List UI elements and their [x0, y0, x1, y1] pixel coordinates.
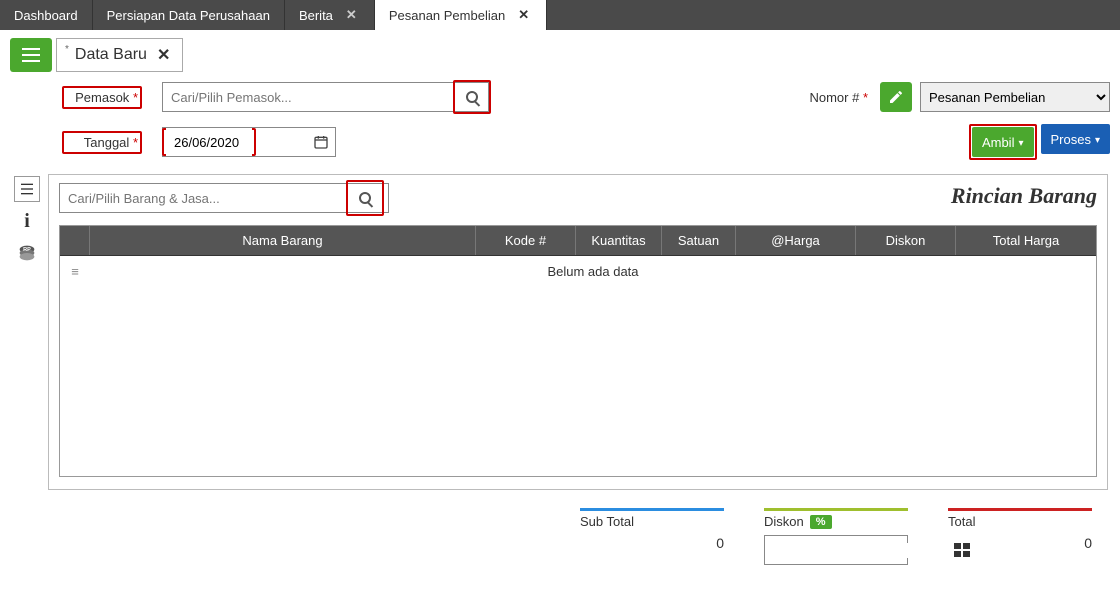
tab-persiapan[interactable]: Persiapan Data Perusahaan — [93, 0, 285, 30]
calendar-icon — [313, 134, 329, 150]
side-currency-icon[interactable]: RP — [14, 240, 40, 266]
col-total[interactable]: Total Harga — [956, 226, 1096, 255]
label-nomor: Nomor # * — [809, 90, 872, 105]
grid-header: Nama Barang Kode # Kuantitas Satuan @Har… — [60, 226, 1096, 256]
total-box: Total 0 — [940, 508, 1100, 569]
totals-row: Sub Total 0 Diskon % Total 0 — [0, 490, 1120, 569]
subtotal-value: 0 — [580, 535, 724, 551]
proses-button[interactable]: Proses ▾ — [1041, 124, 1111, 154]
label-tanggal: Tanggal * — [62, 131, 142, 154]
item-search-box — [59, 183, 389, 213]
tab-label: Pesanan Pembelian — [389, 8, 505, 23]
tab-pesanan-pembelian[interactable]: Pesanan Pembelian ✕ — [375, 0, 547, 30]
unsaved-indicator: * — [65, 44, 69, 55]
side-info-icon[interactable]: i — [14, 208, 40, 234]
diskon-box: Diskon % — [756, 508, 916, 569]
col-kuantitas[interactable]: Kuantitas — [576, 226, 662, 255]
document-type-select[interactable]: Pesanan Pembelian — [920, 82, 1110, 112]
detail-title: Rincian Barang — [951, 183, 1097, 209]
chevron-down-icon: ▾ — [1095, 135, 1100, 146]
detail-panel: Rincian Barang Nama Barang Kode # Kuanti… — [48, 174, 1108, 490]
tab-label: Persiapan Data Perusahaan — [107, 8, 270, 23]
pemasok-search-button[interactable] — [455, 82, 489, 112]
tab-label: Dashboard — [14, 8, 78, 23]
edit-nomor-button[interactable] — [880, 82, 912, 112]
tab-dashboard[interactable]: Dashboard — [0, 0, 93, 30]
search-icon — [359, 192, 371, 204]
empty-row: ≡ Belum ada data — [60, 256, 1096, 286]
svg-text:RP: RP — [23, 247, 31, 253]
action-buttons: Ambil ▾ Proses ▾ — [969, 124, 1110, 160]
col-kode[interactable]: Kode # — [476, 226, 576, 255]
close-icon[interactable]: ✕ — [515, 7, 532, 23]
close-icon[interactable]: ✕ — [343, 7, 360, 23]
total-value: 0 — [948, 535, 1092, 551]
row-handle-icon[interactable]: ≡ — [60, 264, 90, 279]
pemasok-search-box — [162, 82, 453, 112]
close-icon[interactable]: ✕ — [153, 45, 174, 65]
subtotal-label: Sub Total — [580, 514, 724, 529]
tab-berita[interactable]: Berita ✕ — [285, 0, 375, 30]
subtotal-box: Sub Total 0 — [572, 508, 732, 569]
item-search-input[interactable] — [60, 184, 346, 212]
app-tab-bar: Dashboard Persiapan Data Perusahaan Beri… — [0, 0, 1120, 30]
tanggal-input-wrap — [162, 127, 336, 157]
diskon-input-box — [764, 535, 908, 565]
item-search-button[interactable] — [350, 184, 380, 212]
side-detail-icon[interactable] — [14, 176, 40, 202]
col-satuan[interactable]: Satuan — [662, 226, 736, 255]
tab-label: Berita — [299, 8, 333, 23]
required-asterisk: * — [133, 90, 138, 105]
diskon-input[interactable] — [765, 543, 954, 558]
row-tanggal: Tanggal * Ambil ▾ Proses — [62, 124, 1110, 160]
col-harga[interactable]: @Harga — [736, 226, 856, 255]
detail-area: i RP Rincian Barang — [0, 168, 1120, 490]
pemasok-input-wrap — [162, 80, 491, 114]
sub-header: * Data Baru ✕ — [0, 30, 1120, 78]
calendar-button[interactable] — [307, 134, 335, 150]
total-label: Total — [948, 514, 1092, 529]
detail-header-row: Rincian Barang — [59, 183, 1097, 213]
rp-coins-icon: RP — [16, 242, 38, 264]
pemasok-input[interactable] — [163, 83, 453, 111]
tanggal-input[interactable] — [166, 128, 252, 156]
no-data-text: Belum ada data — [90, 264, 1096, 279]
required-asterisk: * — [133, 135, 138, 150]
col-diskon[interactable]: Diskon — [856, 226, 956, 255]
tanggal-date-box — [162, 127, 336, 157]
row-pemasok: Pemasok * Nomor # * Pesanan Pembelian — [62, 80, 1110, 114]
diskon-label: Diskon % — [764, 514, 908, 529]
document-tab-data-baru[interactable]: * Data Baru ✕ — [56, 38, 183, 72]
document-tab-label: Data Baru — [75, 46, 147, 64]
ambil-button[interactable]: Ambil ▾ — [972, 127, 1034, 157]
required-asterisk: * — [863, 90, 868, 105]
hamburger-icon — [22, 48, 40, 62]
pencil-icon — [888, 89, 904, 105]
col-nama[interactable]: Nama Barang — [90, 226, 476, 255]
chevron-down-icon: ▾ — [1018, 138, 1023, 149]
list-lines-icon — [19, 181, 35, 197]
items-grid: Nama Barang Kode # Kuantitas Satuan @Har… — [59, 225, 1097, 477]
label-pemasok: Pemasok * — [62, 86, 142, 109]
col-handle — [60, 226, 90, 255]
form-area: Pemasok * Nomor # * Pesanan Pembelian — [0, 78, 1120, 168]
nomor-group: Nomor # * Pesanan Pembelian — [809, 82, 1110, 112]
percent-badge[interactable]: % — [810, 515, 832, 529]
side-icon-bar: i RP — [12, 174, 42, 490]
search-icon — [466, 91, 478, 103]
grid-body: ≡ Belum ada data — [60, 256, 1096, 476]
menu-button[interactable] — [10, 38, 52, 72]
